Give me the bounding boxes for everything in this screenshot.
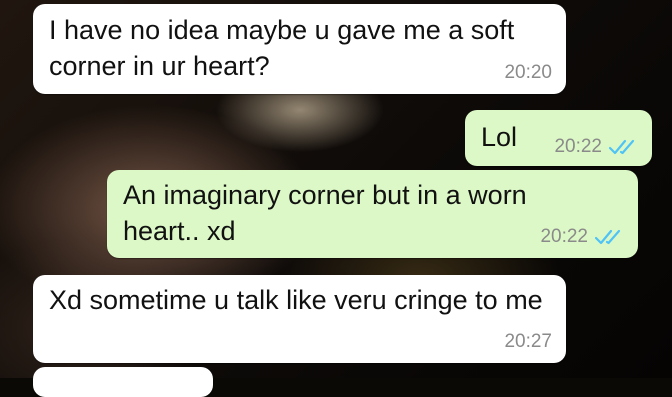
message-meta: 20:27 [504,331,552,353]
message-bubble-outgoing[interactable]: An imaginary corner but in a worn heart.… [107,170,638,258]
message-meta: 20:22 [540,226,624,248]
message-text: An imaginary corner but in a worn heart.… [123,180,527,246]
message-timestamp: 20:27 [504,331,552,352]
message-text: Xd sometime u talk like veru cringe to m… [49,285,543,315]
message-text: I have no idea maybe u gave me a soft co… [49,15,515,81]
message-meta: 20:22 [554,136,638,158]
message-timestamp: 20:20 [504,62,552,83]
double-check-icon [594,229,621,245]
message-meta: 20:20 [504,62,552,84]
double-check-icon [608,139,635,155]
message-bubble-outgoing[interactable]: Lol 20:22 [465,110,652,166]
message-timestamp: 20:22 [540,226,588,247]
message-bubble-incoming[interactable]: Xd sometime u talk like veru cringe to m… [33,275,566,363]
message-bubble-incoming[interactable]: I have no idea maybe u gave me a soft co… [33,4,566,94]
message-timestamp: 20:22 [554,136,602,157]
message-bubble-incoming[interactable] [33,367,213,397]
